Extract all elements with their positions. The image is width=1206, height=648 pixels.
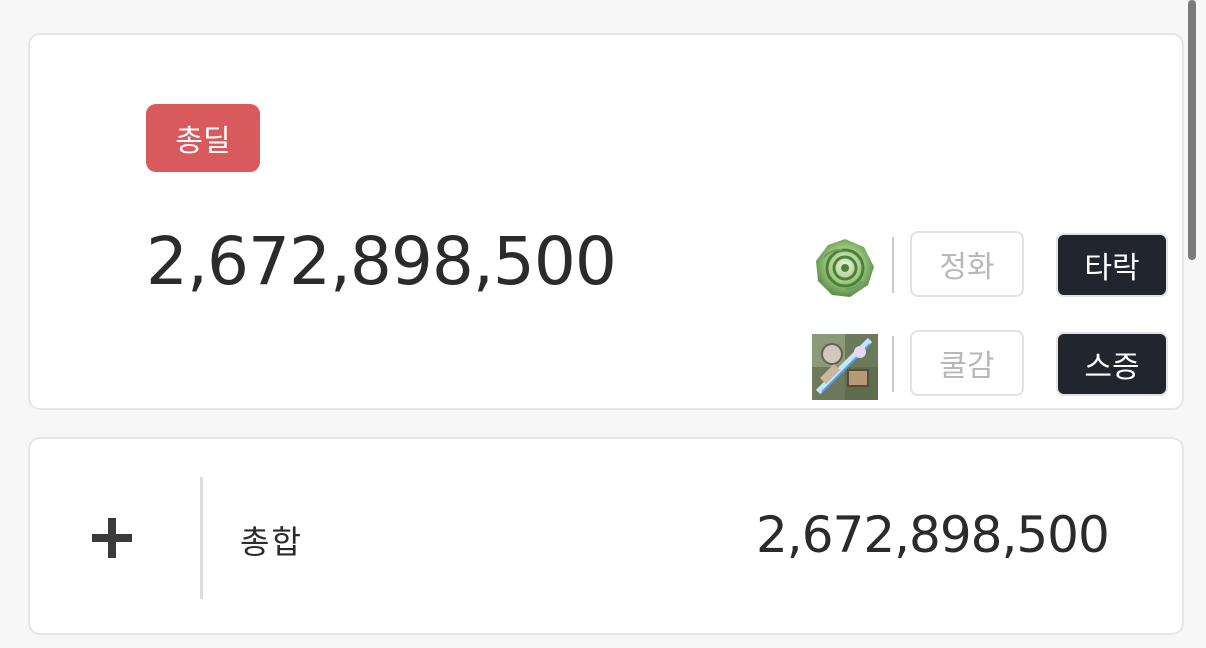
summary-divider <box>200 477 203 599</box>
total-damage-card: 총딜 2,672,898,500 정화 타락 쿨감 스증 <box>28 33 1184 410</box>
page: 총딜 2,672,898,500 정화 타락 쿨감 스증 총합 2,672,89… <box>0 0 1206 648</box>
gem-option-button[interactable]: 쿨감 <box>910 330 1024 396</box>
gem-row-2: 쿨감 스증 <box>810 330 1170 400</box>
green-rose-gem-icon[interactable] <box>812 235 878 301</box>
gem-type-button[interactable]: 스증 <box>1056 332 1168 396</box>
gem-separator <box>892 336 894 392</box>
summary-card: 총합 2,672,898,500 <box>28 437 1184 635</box>
weapon-collage-gem-icon[interactable] <box>812 334 878 400</box>
summary-label: 총합 <box>240 523 303 561</box>
gem-option-button[interactable]: 정화 <box>910 231 1024 297</box>
summary-value: 2,672,898,500 <box>756 506 1110 564</box>
plus-icon[interactable] <box>92 517 136 561</box>
gem-type-button[interactable]: 타락 <box>1056 233 1168 297</box>
gem-row-1: 정화 타락 <box>810 231 1170 301</box>
scrollbar[interactable] <box>1188 0 1196 260</box>
total-damage-badge: 총딜 <box>146 104 260 172</box>
total-damage-value: 2,672,898,500 <box>146 223 617 300</box>
gem-separator <box>892 237 894 293</box>
